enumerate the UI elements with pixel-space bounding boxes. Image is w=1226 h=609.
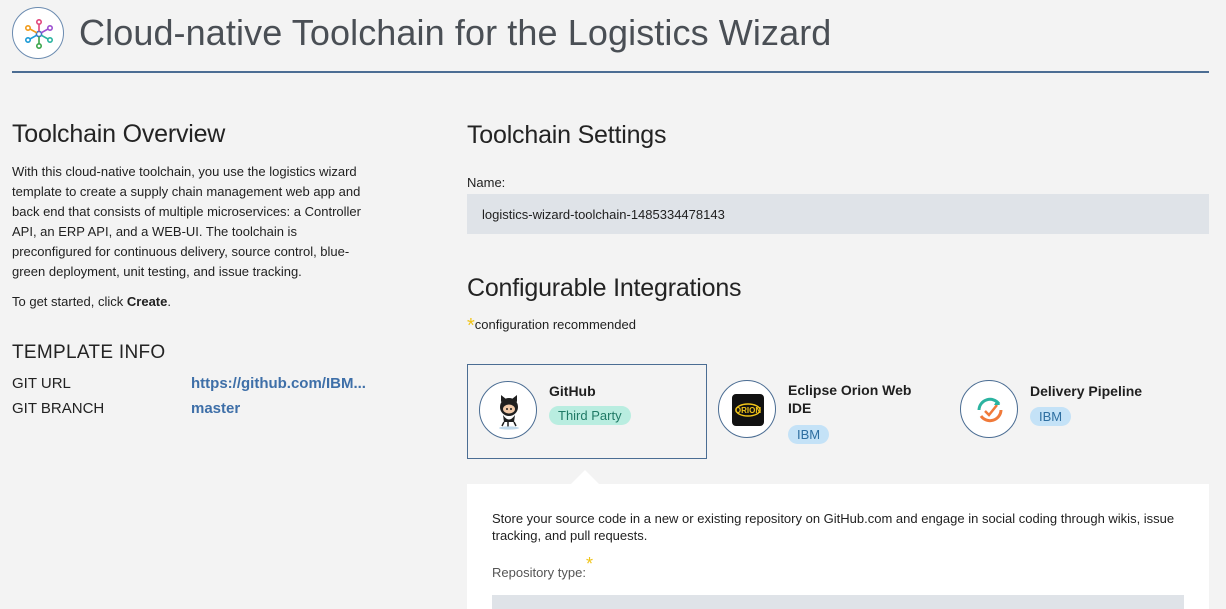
settings-title: Toolchain Settings xyxy=(467,121,667,149)
repository-type-label: Repository type:* xyxy=(492,554,593,582)
integrations-title: Configurable Integrations xyxy=(467,274,742,302)
svg-text:ORION: ORION xyxy=(735,406,761,415)
recommend-text: configuration recommended xyxy=(474,317,636,332)
badge-ibm-pipeline: IBM xyxy=(1030,407,1072,426)
git-branch-label: GIT BRANCH xyxy=(12,400,105,417)
recommend-note: *configuration recommended xyxy=(467,312,636,337)
github-description: Store your source code in a new or exist… xyxy=(492,511,1175,543)
repository-type-text: Repository type: xyxy=(492,565,586,580)
panel-pointer xyxy=(570,470,600,485)
card-name-delivery-pipeline: Delivery Pipeline xyxy=(1030,383,1143,399)
badge-third-party: Third Party xyxy=(549,406,631,425)
card-name-github: GitHub xyxy=(549,383,596,399)
git-branch-link[interactable]: master xyxy=(191,400,371,417)
name-label: Name: xyxy=(467,175,506,190)
get-started-create: Create xyxy=(126,294,168,309)
github-octocat-icon xyxy=(479,381,537,439)
git-url-link[interactable]: https://github.com/IBM... xyxy=(191,375,371,392)
get-started-text: To get started, click Create. xyxy=(12,292,372,312)
orion-icon: ORION xyxy=(718,380,776,438)
get-started-suffix: . xyxy=(167,294,171,309)
card-name-orion: Eclipse Orion Web IDE xyxy=(788,382,912,416)
overview-description: With this cloud-native toolchain, you us… xyxy=(12,164,361,279)
github-config-panel: Store your source code in a new or exist… xyxy=(467,484,1209,609)
delivery-pipeline-icon xyxy=(960,380,1018,438)
required-star-icon: * xyxy=(467,315,475,337)
overview-title: Toolchain Overview xyxy=(12,120,226,148)
repository-type-select[interactable] xyxy=(492,595,1184,609)
integration-card-github[interactable]: GitHub Third Party xyxy=(467,364,707,459)
git-url-label: GIT URL xyxy=(12,375,71,392)
get-started-prefix: To get started, click xyxy=(12,294,127,309)
toolchain-name-input[interactable] xyxy=(467,194,1209,234)
badge-ibm-orion: IBM xyxy=(788,425,830,444)
integration-card-orion[interactable]: ORION Eclipse Orion Web IDE IBM xyxy=(707,364,947,459)
template-info-title: TEMPLATE INFO xyxy=(12,342,166,363)
required-star-icon: * xyxy=(585,554,593,574)
page-title: Cloud-native Toolchain for the Logistics… xyxy=(79,12,832,53)
page-header: Cloud-native Toolchain for the Logistics… xyxy=(12,0,1209,73)
toolchain-overview: Toolchain Overview With this cloud-nativ… xyxy=(12,120,372,312)
integration-card-delivery-pipeline[interactable]: Delivery Pipeline IBM xyxy=(949,364,1189,459)
toolchain-logo-icon xyxy=(12,7,64,59)
